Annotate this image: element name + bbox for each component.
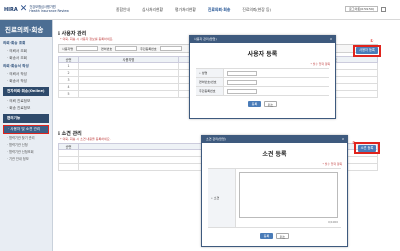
field-label: 면허번호/번호 xyxy=(196,78,224,86)
field-label: • 성명 xyxy=(196,69,224,77)
modal-title: 소견 등록 xyxy=(262,151,287,158)
sidebar-item[interactable]: · 협력기관 찾기 관리 xyxy=(3,134,49,141)
highlight-box xyxy=(354,142,380,154)
top-header: HIRA ✕ 건강보험심사평가원 Health Insurance Review… xyxy=(0,0,400,20)
name-search-input[interactable] xyxy=(76,46,99,51)
top-nav: 종합안내 심사처리현황 평가처리현황 진료의뢰·회송 진료의뢰(현장 등) xyxy=(116,7,283,13)
section-user-note: * 의뢰, 회송 시 사용자 정보를 등록하세요. xyxy=(60,37,114,41)
modal-title: 사용자 등록 xyxy=(247,51,278,58)
sidebar-group-title[interactable]: 의뢰·회송 조회 xyxy=(3,41,49,46)
close-icon[interactable]: X xyxy=(342,136,344,143)
sidebar-item[interactable]: · 협력기관 신청 xyxy=(3,141,49,148)
logo-x-mark: ✕ xyxy=(19,4,28,14)
sidebar-item[interactable]: · 회송 진료정보 xyxy=(3,105,49,112)
home-icon[interactable] xyxy=(381,6,386,12)
nav-item-referral-onsite[interactable]: 진료의뢰(현장 등) xyxy=(242,7,271,13)
section-user-mgmt-title: ℹ 사용자 관리 xyxy=(58,31,87,37)
sidebar-group-title[interactable]: 의뢰·회송서 작성 xyxy=(3,64,49,69)
sidebar-item[interactable]: · 기관 안내 정보 xyxy=(3,155,49,162)
sidebar-item-user-opinion-mgmt[interactable]: · 사용자 및 소견 관리 xyxy=(3,125,49,134)
nav-item-review-status[interactable]: 심사처리현황 xyxy=(142,7,163,13)
logo-abbr: HIRA xyxy=(4,6,18,13)
nav-item-eval-status[interactable]: 평가처리현황 xyxy=(175,7,196,13)
name-field[interactable] xyxy=(227,70,257,76)
highlight-box xyxy=(353,45,381,57)
sidebar-title: 진료의뢰·회송 xyxy=(0,20,52,37)
user-register-modal: 사용자 관리(팝업) X 사용자 등록 * 필수 입력 항목 • 성명 면허번호… xyxy=(189,35,336,119)
nav-item-overview[interactable]: 종합안내 xyxy=(116,7,130,13)
field-label: • 소견 xyxy=(208,169,236,227)
step-marker: ② xyxy=(352,140,356,145)
filter-label: 면허번호 xyxy=(101,46,113,51)
section-opinion-note: * 의뢰, 회송 시 소견 내용을 등록하세요. xyxy=(60,137,111,141)
sidebar-item[interactable]: · 의뢰서 조회 xyxy=(3,48,49,55)
sidebar-item[interactable]: · 의뢰 진료정보 xyxy=(3,98,49,105)
required-note: * 필수 입력 항목 xyxy=(322,162,342,166)
logo-line2: Health Insurance Review xyxy=(29,8,69,13)
filter-label: 사용자명 xyxy=(62,46,74,51)
register-button[interactable]: 등록 xyxy=(260,233,273,239)
cancel-button[interactable]: 취소 xyxy=(264,101,277,107)
sidebar-item[interactable]: · 회송서 조회 xyxy=(3,55,49,62)
sidebar-item[interactable]: · 의뢰서 작성 xyxy=(3,71,49,78)
register-button[interactable]: 등록 xyxy=(248,101,261,107)
field-label: 주민등록번호 xyxy=(196,87,224,95)
nav-item-referral[interactable]: 진료의뢰·회송 xyxy=(208,7,230,13)
modal-header-title: 사용자 관리(팝업) xyxy=(194,37,217,41)
sidebar-item[interactable]: · 회송서 작성 xyxy=(3,78,49,85)
required-note: * 필수 입력 항목 xyxy=(310,62,330,66)
cancel-button[interactable]: 취소 xyxy=(276,233,289,239)
opinion-textarea[interactable] xyxy=(239,172,338,218)
step-marker: ① xyxy=(370,38,374,43)
rrn-field[interactable] xyxy=(227,88,257,94)
rrn-search-input[interactable] xyxy=(159,46,182,51)
filter-label: 주민등록번호 xyxy=(140,46,157,51)
logo[interactable]: HIRA ✕ 건강보험심사평가원 Health Insurance Review xyxy=(4,5,69,14)
close-icon[interactable]: X xyxy=(330,36,332,43)
logout-button[interactable]: 로그아웃(0:59:59) xyxy=(345,6,378,12)
sidebar-item[interactable]: · 협력기관 신청조회 xyxy=(3,148,49,155)
sidebar: 진료의뢰·회송 의뢰·회송 조회 · 의뢰서 조회 · 회송서 조회 의뢰·회송… xyxy=(0,20,53,251)
section-opinion-mgmt-title: ℹ 소견 관리 xyxy=(58,131,82,137)
char-counter: 0/1000 xyxy=(328,220,338,224)
license-field[interactable] xyxy=(227,79,257,85)
opinion-register-modal: 소견 관리(팝업) X 소견 등록 * 필수 입력 항목 • 소견 0/1000… xyxy=(201,135,348,247)
modal-header-title: 소견 관리(팝업) xyxy=(206,137,226,141)
sidebar-section-online[interactable]: 전자의뢰·회송(Online) xyxy=(3,87,49,96)
sidebar-section-convenience[interactable]: 편의기능 xyxy=(3,114,49,123)
license-search-input[interactable] xyxy=(115,46,138,51)
